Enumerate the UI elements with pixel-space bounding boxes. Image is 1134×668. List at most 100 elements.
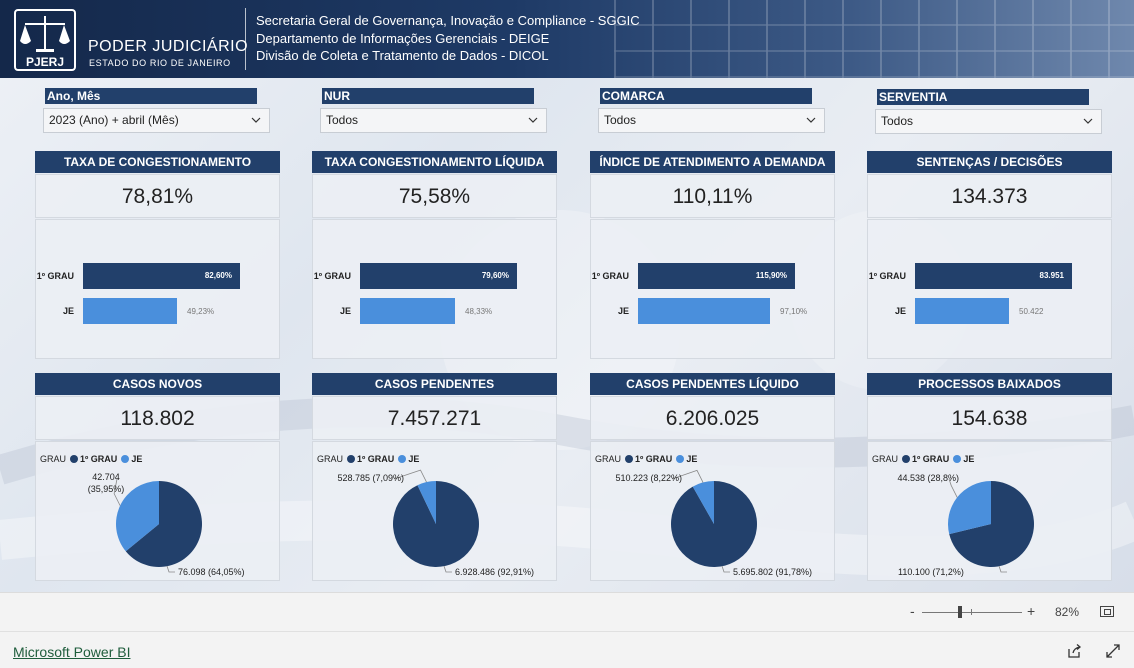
pie-leader-line xyxy=(721,565,730,573)
pjerj-logo: PJERJ xyxy=(14,9,76,71)
pie-chart: GRAU 1º GRAU JE 44.538 (28,8%) 110.100 (71,2… xyxy=(867,441,1112,581)
bar-value-label: 79,60% xyxy=(481,271,509,280)
org-subtitle: ESTADO DO RIO DE JANEIRO xyxy=(89,58,231,68)
bar-category-label: 1º GRAU xyxy=(36,271,74,281)
chevron-down-icon xyxy=(528,117,538,123)
card-title: PROCESSOS BAIXADOS xyxy=(867,373,1112,395)
pie-data-label-1-grau: 76.098 (64,05%) xyxy=(178,567,245,577)
card-title: CASOS PENDENTES xyxy=(312,373,557,395)
bar-chart: 1º GRAU 115,90% JE 97,10% xyxy=(590,219,835,359)
pie-data-label-1-grau: 5.695.802 (91,78%) xyxy=(733,567,813,577)
bar xyxy=(360,298,455,324)
pie-data-label-1-grau: 110.100 (71,2%) xyxy=(898,567,964,577)
pie-leader-line xyxy=(166,565,175,573)
bar-value-label: 50.422 xyxy=(1019,307,1044,316)
bar-category-label: JE xyxy=(894,306,906,316)
filter-label: NUR xyxy=(322,88,534,104)
zoom-in-button[interactable]: + xyxy=(1027,603,1035,619)
bar-category-label: JE xyxy=(617,306,629,316)
pie-leader-line xyxy=(443,565,452,573)
chevron-down-icon xyxy=(251,117,261,123)
bar: 82,60% xyxy=(83,263,240,289)
dept-line-3: Divisão de Coleta e Tratamento de Dados … xyxy=(256,48,549,63)
filter-value: Todos xyxy=(881,114,914,128)
card-value: 134.373 xyxy=(867,174,1112,218)
bar-category-label: JE xyxy=(339,306,351,316)
filter-label: Ano, Mês xyxy=(45,88,257,104)
card-title: CASOS PENDENTES LÍQUIDO xyxy=(590,373,835,395)
zoom-out-button[interactable]: - xyxy=(910,603,915,619)
card-value: 7.457.271 xyxy=(312,396,557,440)
filter-dropdown-ano-mes[interactable]: 2023 (Ano) + abril (Mês) xyxy=(43,108,270,133)
pie-data-label-1-grau: 6.928.486 (92,91%) xyxy=(455,567,535,577)
card-value: 78,81% xyxy=(35,174,280,218)
pie-data-label-je: 42.704 (35,95%) xyxy=(87,472,125,494)
bar-value-label: 83.951 xyxy=(1039,271,1064,280)
filter-dropdown-serventia[interactable]: Todos xyxy=(875,109,1102,134)
bar xyxy=(915,298,1009,324)
bar: 115,90% xyxy=(638,263,795,289)
bar: 83.951 xyxy=(915,263,1072,289)
card-title: CASOS NOVOS xyxy=(35,373,280,395)
card-value: 118.802 xyxy=(35,396,280,440)
chevron-down-icon xyxy=(1083,118,1093,124)
filter-value: Todos xyxy=(604,113,637,127)
bar-chart: 1º GRAU 82,60% JE 49,23% xyxy=(35,219,280,359)
pie-data-label-je: 44.538 (28,8%) xyxy=(897,473,959,483)
pie-chart: GRAU 1º GRAU JE 42.704 (35,95%) 76.098 (64,0… xyxy=(35,441,280,581)
bar: 79,60% xyxy=(360,263,517,289)
pie-chart: GRAU 1º GRAU JE 510.223 (8,22%) 5.695.802 (9… xyxy=(590,441,835,581)
pie-svg xyxy=(671,469,757,573)
pie-chart: GRAU 1º GRAU JE 528.785 (7,09%) 6.928.486 (9… xyxy=(312,441,557,581)
bar-value-label: 48,33% xyxy=(465,307,493,316)
zoom-slider-thumb[interactable] xyxy=(958,606,962,618)
dept-line-1: Secretaria Geral de Governança, Inovação… xyxy=(256,13,640,28)
card-title: TAXA DE CONGESTIONAMENTO xyxy=(35,151,280,173)
bar-value-label: 115,90% xyxy=(755,271,787,280)
pie-data-label-je: 528.785 (7,09%) xyxy=(337,473,404,483)
power-bi-link[interactable]: Microsoft Power BI xyxy=(13,644,130,660)
org-name: PODER JUDICIÁRIO xyxy=(88,38,249,55)
bar-category-label: 1º GRAU xyxy=(313,271,351,281)
share-icon[interactable] xyxy=(1066,643,1082,659)
bar-value-label: 49,23% xyxy=(187,307,215,316)
filter-value: Todos xyxy=(326,113,359,127)
fullscreen-icon[interactable] xyxy=(1105,643,1121,659)
filter-value: 2023 (Ano) + abril (Mês) xyxy=(49,113,179,127)
card-value: 6.206.025 xyxy=(590,396,835,440)
pie-leader-line xyxy=(998,565,1007,573)
header-divider xyxy=(245,8,246,70)
bar-category-label: 1º GRAU xyxy=(868,271,906,281)
pie-data-label-je: 510.223 (8,22%) xyxy=(615,473,682,483)
filter-dropdown-comarca[interactable]: Todos xyxy=(598,108,825,133)
card-title: SENTENÇAS / DECISÕES xyxy=(867,151,1112,173)
chevron-down-icon xyxy=(806,117,816,123)
card-value: 75,58% xyxy=(312,174,557,218)
pie-svg xyxy=(393,469,479,573)
filter-dropdown-nur[interactable]: Todos xyxy=(320,108,547,133)
card-title: TAXA CONGESTIONAMENTO LÍQUIDA xyxy=(312,151,557,173)
bar-chart: 1º GRAU 79,60% JE 48,33% xyxy=(312,219,557,359)
bar xyxy=(638,298,770,324)
card-title: ÍNDICE DE ATENDIMENTO A DEMANDA xyxy=(590,151,835,173)
header-background-pattern xyxy=(614,0,1134,78)
footer-bar: Microsoft Power BI xyxy=(0,631,1134,668)
bar-value-label: 97,10% xyxy=(780,307,808,316)
zoom-slider[interactable] xyxy=(922,612,1022,613)
zoom-slider-tick xyxy=(971,609,972,615)
dept-line-2: Departamento de Informações Gerenciais -… xyxy=(256,31,550,46)
filter-label: COMARCA xyxy=(600,88,812,104)
bar-category-label: JE xyxy=(62,306,74,316)
bar xyxy=(83,298,177,324)
status-bar: - + 82% xyxy=(0,592,1134,631)
logo-text: PJERJ xyxy=(26,55,64,69)
fit-to-page-icon[interactable] xyxy=(1100,606,1114,617)
zoom-level: 82% xyxy=(1055,605,1080,619)
bar-value-label: 82,60% xyxy=(204,271,232,280)
card-value: 154.638 xyxy=(867,396,1112,440)
bar-chart: 1º GRAU 83.951 JE 50.422 xyxy=(867,219,1112,359)
report-header: PJERJ PODER JUDICIÁRIO ESTADO DO RIO DE … xyxy=(0,0,1134,78)
filter-label: SERVENTIA xyxy=(877,89,1089,105)
report-canvas: PJERJ PODER JUDICIÁRIO ESTADO DO RIO DE … xyxy=(0,0,1134,592)
card-value: 110,11% xyxy=(590,174,835,218)
